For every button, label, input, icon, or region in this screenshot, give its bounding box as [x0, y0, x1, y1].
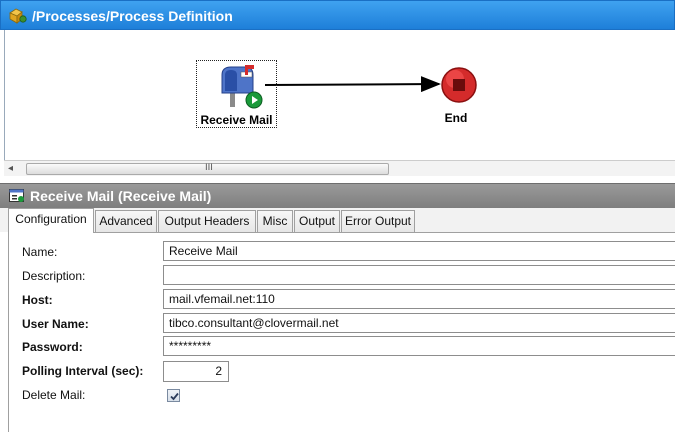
- receive-mail-activity[interactable]: Receive Mail: [196, 60, 277, 128]
- properties-title: Receive Mail (Receive Mail): [30, 188, 212, 204]
- process-folder-icon: [9, 8, 27, 24]
- properties-title-bar: Receive Mail (Receive Mail): [0, 183, 675, 208]
- tab-misc[interactable]: Misc: [257, 210, 293, 232]
- app-root: /Processes/Process Definition Receive Ma…: [0, 0, 675, 432]
- delete-mail-checkbox[interactable]: [167, 389, 180, 402]
- scrollbar-grip: III: [205, 163, 213, 173]
- delete-mail-label: Delete Mail:: [22, 388, 86, 402]
- scrollbar-thumb[interactable]: III: [26, 163, 389, 175]
- horizontal-scrollbar[interactable]: ◂ III: [4, 160, 675, 176]
- scroll-left-arrow-icon[interactable]: ◂: [8, 163, 13, 174]
- polling-interval-field[interactable]: 2: [163, 361, 229, 382]
- panel-separator: [0, 176, 675, 183]
- host-field[interactable]: mail.vfemail.net:110: [163, 289, 675, 309]
- polling-interval-label: Polling Interval (sec):: [22, 364, 144, 378]
- description-label: Description:: [22, 269, 86, 283]
- host-label: Host:: [22, 293, 53, 307]
- tab-output-headers[interactable]: Output Headers: [158, 210, 256, 232]
- user-name-label: User Name:: [22, 317, 89, 331]
- description-field[interactable]: [163, 265, 675, 285]
- user-name-field[interactable]: tibco.consultant@clovermail.net: [163, 313, 675, 333]
- activity-properties-icon: [9, 189, 25, 203]
- name-label: Name:: [22, 245, 58, 259]
- tab-configuration[interactable]: Configuration: [8, 208, 94, 233]
- start-play-icon: [245, 91, 263, 114]
- transition-layer: [264, 76, 441, 93]
- activity-label: Receive Mail: [200, 113, 273, 127]
- tab-strip: Configuration Advanced Output Headers Mi…: [0, 208, 675, 233]
- tab-advanced[interactable]: Advanced: [95, 210, 157, 232]
- transition-arrow: [264, 76, 441, 93]
- tab-error-output[interactable]: Error Output: [341, 210, 415, 232]
- process-title: /Processes/Process Definition: [32, 8, 233, 24]
- process-canvas[interactable]: Receive Mail End: [4, 30, 675, 160]
- name-field[interactable]: Receive Mail: [163, 241, 675, 261]
- password-label: Password:: [22, 340, 83, 354]
- process-title-bar: /Processes/Process Definition: [0, 0, 675, 30]
- checkmark-icon: [170, 392, 179, 401]
- password-field[interactable]: *********: [163, 336, 675, 356]
- end-icon[interactable]: [440, 66, 478, 109]
- tab-output[interactable]: Output: [294, 210, 340, 232]
- end-label: End: [444, 111, 468, 125]
